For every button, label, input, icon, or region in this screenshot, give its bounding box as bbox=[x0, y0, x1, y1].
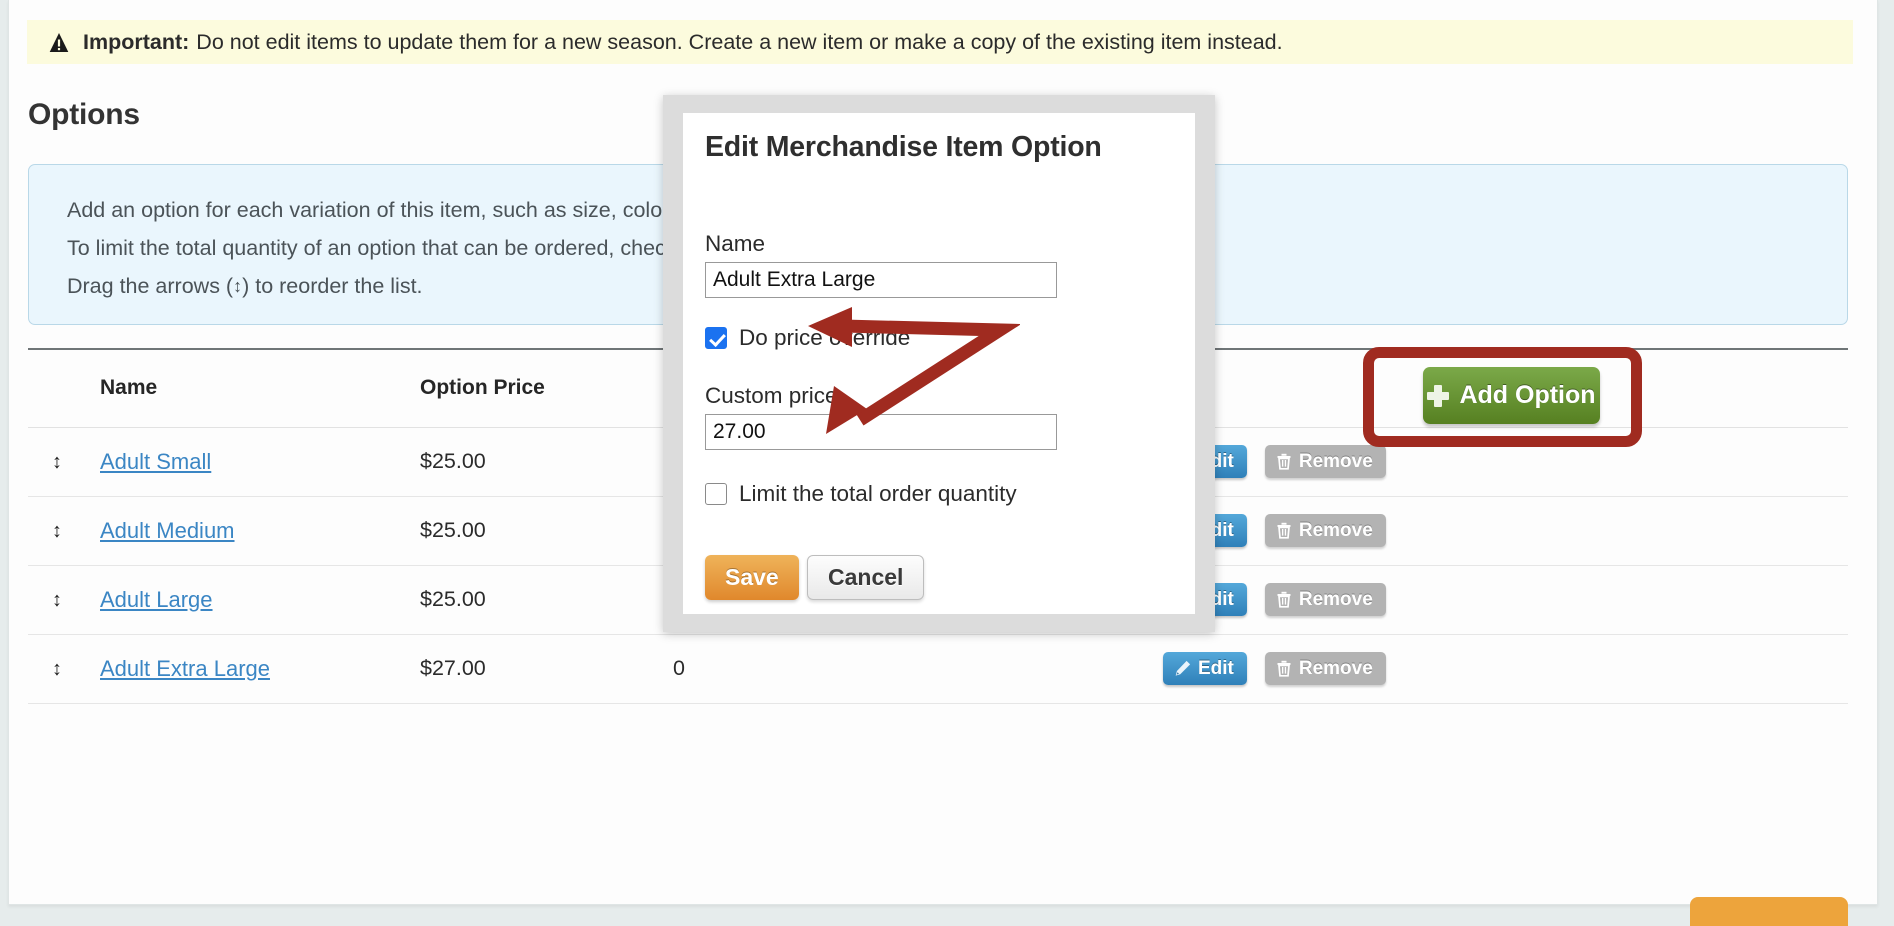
table-row: ↕ Adult Extra Large $27.00 0 Edit bbox=[28, 634, 1848, 703]
trash-icon bbox=[1276, 522, 1292, 539]
row-limit-cell: 0 bbox=[673, 634, 1163, 703]
row-drag-cell[interactable]: ↕ bbox=[28, 565, 100, 634]
row-name-cell: Adult Small bbox=[100, 427, 420, 496]
row-price-cell: $27.00 bbox=[420, 634, 673, 703]
edit-button[interactable]: Edit bbox=[1163, 652, 1247, 685]
trash-icon bbox=[1276, 453, 1292, 470]
row-actions-cell: Edit Remove bbox=[1163, 427, 1848, 496]
remove-button-label: Remove bbox=[1299, 451, 1373, 473]
remove-button[interactable]: Remove bbox=[1265, 652, 1386, 685]
trash-icon bbox=[1276, 591, 1292, 608]
warning-triangle-icon bbox=[49, 32, 69, 54]
info-line-3-post: ) to reorder the list. bbox=[242, 274, 422, 298]
remove-button[interactable]: Remove bbox=[1265, 514, 1386, 547]
alert-text: Do not edit items to update them for a n… bbox=[196, 30, 1282, 55]
option-name-link[interactable]: Adult Small bbox=[100, 449, 211, 474]
th-handle bbox=[28, 349, 100, 427]
info-line-2: To limit the total quantity of an option… bbox=[67, 236, 759, 261]
do-price-override-label: Do price override bbox=[739, 325, 910, 351]
row-actions-cell: Edit Remove bbox=[1163, 634, 1848, 703]
option-name-link[interactable]: Adult Medium bbox=[100, 518, 235, 543]
alert-strong-label: Important: bbox=[83, 30, 189, 55]
row-name-cell: Adult Extra Large bbox=[100, 634, 420, 703]
save-button[interactable]: Save bbox=[705, 555, 799, 600]
row-drag-cell[interactable]: ↕ bbox=[28, 634, 100, 703]
name-label: Name bbox=[705, 231, 765, 257]
info-line-3: Drag the arrows (↕) to reorder the list. bbox=[67, 274, 423, 299]
row-drag-cell[interactable]: ↕ bbox=[28, 496, 100, 565]
row-actions-cell: Edit Remove bbox=[1163, 496, 1848, 565]
drag-handle-icon[interactable]: ↕ bbox=[52, 452, 69, 472]
remove-button-label: Remove bbox=[1299, 658, 1373, 680]
sort-arrows-icon: ↕ bbox=[233, 276, 242, 297]
row-drag-cell[interactable]: ↕ bbox=[28, 427, 100, 496]
row-price-cell: $25.00 bbox=[420, 427, 673, 496]
drag-handle-icon[interactable]: ↕ bbox=[52, 659, 69, 679]
row-price-cell: $25.00 bbox=[420, 565, 673, 634]
name-input[interactable] bbox=[705, 262, 1057, 298]
limit-total-order-quantity-label: Limit the total order quantity bbox=[739, 481, 1017, 507]
option-name-link[interactable]: Adult Large bbox=[100, 587, 213, 612]
row-name-cell: Adult Large bbox=[100, 565, 420, 634]
remove-button[interactable]: Remove bbox=[1265, 445, 1386, 478]
remove-button[interactable]: Remove bbox=[1265, 583, 1386, 616]
limit-total-order-quantity-checkbox[interactable] bbox=[705, 483, 727, 505]
limit-total-order-quantity-row[interactable]: Limit the total order quantity bbox=[705, 481, 1017, 507]
edit-merchandise-item-option-dialog: Edit Merchandise Item Option Name Do pri… bbox=[683, 113, 1195, 614]
option-name-link[interactable]: Adult Extra Large bbox=[100, 656, 270, 681]
screen-root: Important: Do not edit items to update t… bbox=[0, 0, 1894, 926]
page-title: Options bbox=[28, 98, 140, 132]
drag-handle-icon[interactable]: ↕ bbox=[52, 590, 69, 610]
custom-price-label: Custom price bbox=[705, 383, 838, 409]
row-actions-cell: Edit Remove bbox=[1163, 565, 1848, 634]
bottom-primary-button[interactable] bbox=[1690, 897, 1848, 926]
plus-icon bbox=[1427, 385, 1449, 407]
do-price-override-row[interactable]: Do price override bbox=[705, 325, 910, 351]
remove-button-label: Remove bbox=[1299, 589, 1373, 611]
add-option-label: Add Option bbox=[1459, 381, 1595, 410]
info-line-3-pre: Drag the arrows ( bbox=[67, 274, 233, 298]
pencil-icon bbox=[1174, 660, 1191, 677]
edit-button-label: Edit bbox=[1198, 658, 1234, 680]
remove-button-label: Remove bbox=[1299, 520, 1373, 542]
info-line-1: Add an option for each variation of this… bbox=[67, 198, 755, 223]
modal-frame: Edit Merchandise Item Option Name Do pri… bbox=[663, 95, 1215, 632]
drag-handle-icon[interactable]: ↕ bbox=[52, 521, 69, 541]
th-name: Name bbox=[100, 349, 420, 427]
modal-title: Edit Merchandise Item Option bbox=[705, 129, 1125, 165]
important-alert-banner: Important: Do not edit items to update t… bbox=[27, 20, 1853, 64]
trash-icon bbox=[1276, 660, 1292, 677]
add-option-button[interactable]: Add Option bbox=[1423, 367, 1600, 424]
th-option-price: Option Price bbox=[420, 349, 673, 427]
row-name-cell: Adult Medium bbox=[100, 496, 420, 565]
cancel-button[interactable]: Cancel bbox=[807, 555, 924, 600]
do-price-override-checkbox[interactable] bbox=[705, 327, 727, 349]
custom-price-input[interactable] bbox=[705, 414, 1057, 450]
row-price-cell: $25.00 bbox=[420, 496, 673, 565]
